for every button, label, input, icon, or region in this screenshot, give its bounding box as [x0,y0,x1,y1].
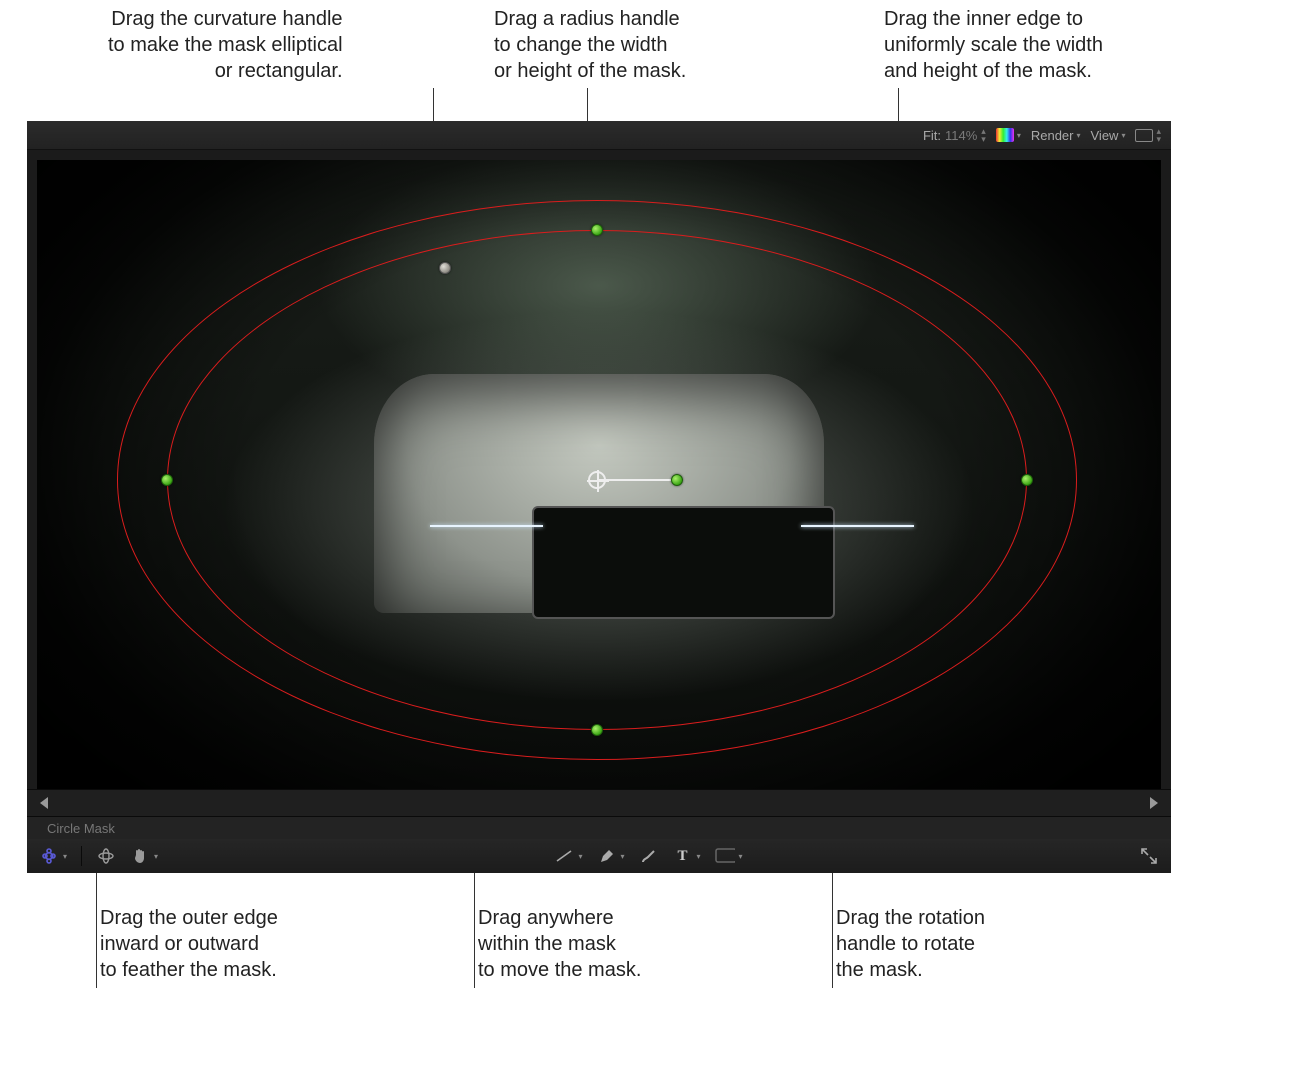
orbit-tool-button[interactable] [96,846,116,866]
hand-icon [130,846,150,866]
line-tool-button[interactable]: ▾ [554,846,582,866]
radius-handle-top[interactable] [591,224,603,236]
shape-tool-button[interactable]: ▾ [715,846,743,866]
stepper-icon: ▴▾ [981,127,986,143]
chevron-down-icon: ▾ [1017,131,1021,140]
active-tool-label-row: Circle Mask [27,817,1171,839]
viewer-top-toolbar: Fit: 114% ▴▾ ▾ Render ▾ View ▾ ▴▾ [27,121,1171,150]
color-channel-menu[interactable]: ▾ [996,128,1021,142]
text-tool-button[interactable]: T ▾ [673,846,701,866]
view-menu[interactable]: View ▾ [1091,128,1126,143]
orbit-icon [96,846,116,866]
mini-timeline[interactable] [27,789,1171,817]
radius-handle-bottom[interactable] [591,724,603,736]
app-window: Fit: 114% ▴▾ ▾ Render ▾ View ▾ ▴▾ [27,121,1171,873]
playhead-end-icon[interactable] [1149,796,1161,810]
chevron-down-icon: ▾ [1076,131,1080,140]
chevron-down-icon: ▾ [578,852,582,861]
stepper-icon: ▴▾ [1156,127,1161,143]
view-label: View [1091,128,1119,143]
chevron-down-icon: ▾ [1121,131,1125,140]
callout-radius: Drag a radius handle to change the width… [494,6,686,84]
mask-center-handle[interactable] [588,471,606,489]
callout-rotate: Drag the rotation handle to rotate the m… [836,905,985,983]
pan-tool-button[interactable]: ▾ [130,846,158,866]
chevron-down-icon: ▾ [697,852,701,861]
curvature-handle[interactable] [439,262,451,274]
rect-icon [715,846,735,866]
callout-curvature: Drag the curvature handle to make the ma… [108,6,343,84]
brush-tool-button[interactable] [639,846,659,866]
brush-icon [639,846,659,866]
color-swatch-icon [996,128,1014,142]
radius-handle-left[interactable] [161,474,173,486]
viewer-bottom-toolbar: ▾ ▾ ▾ ▾ [27,839,1171,873]
playhead-start-icon[interactable] [37,796,49,810]
radius-handle-right[interactable] [1021,474,1033,486]
callout-inner-edge: Drag the inner edge to uniformly scale t… [884,6,1103,84]
pen-tool-button[interactable]: ▾ [597,846,625,866]
rotation-handle-line[interactable] [598,479,677,481]
screen-box-icon [1135,129,1153,142]
chevron-down-icon: ▾ [63,852,67,861]
active-tool-label: Circle Mask [47,821,115,836]
mask-tool-button[interactable]: ▾ [39,846,67,866]
mask-shape-icon [39,846,59,866]
text-icon: T [673,846,693,866]
fit-label: Fit: [923,128,941,143]
viewer-canvas[interactable] [37,160,1161,789]
chevron-down-icon: ▾ [154,852,158,861]
fullscreen-icon [1139,846,1159,866]
line-icon [554,846,574,866]
chevron-down-icon: ▾ [739,852,743,861]
fullscreen-button[interactable] [1139,846,1159,866]
toolbar-divider [81,846,82,866]
chevron-down-icon: ▾ [621,852,625,861]
fit-value: 114% [945,128,977,143]
rotation-handle[interactable] [671,474,683,486]
render-menu[interactable]: Render ▾ [1031,128,1081,143]
callout-line-feather-stub [96,905,97,988]
screen-layout-menu[interactable]: ▴▾ [1135,127,1161,143]
callout-feather: Drag the outer edge inward or outward to… [100,905,278,983]
pen-icon [597,846,617,866]
fit-zoom-control[interactable]: Fit: 114% ▴▾ [923,127,986,143]
render-label: Render [1031,128,1074,143]
callout-move: Drag anywhere within the mask to move th… [478,905,641,983]
